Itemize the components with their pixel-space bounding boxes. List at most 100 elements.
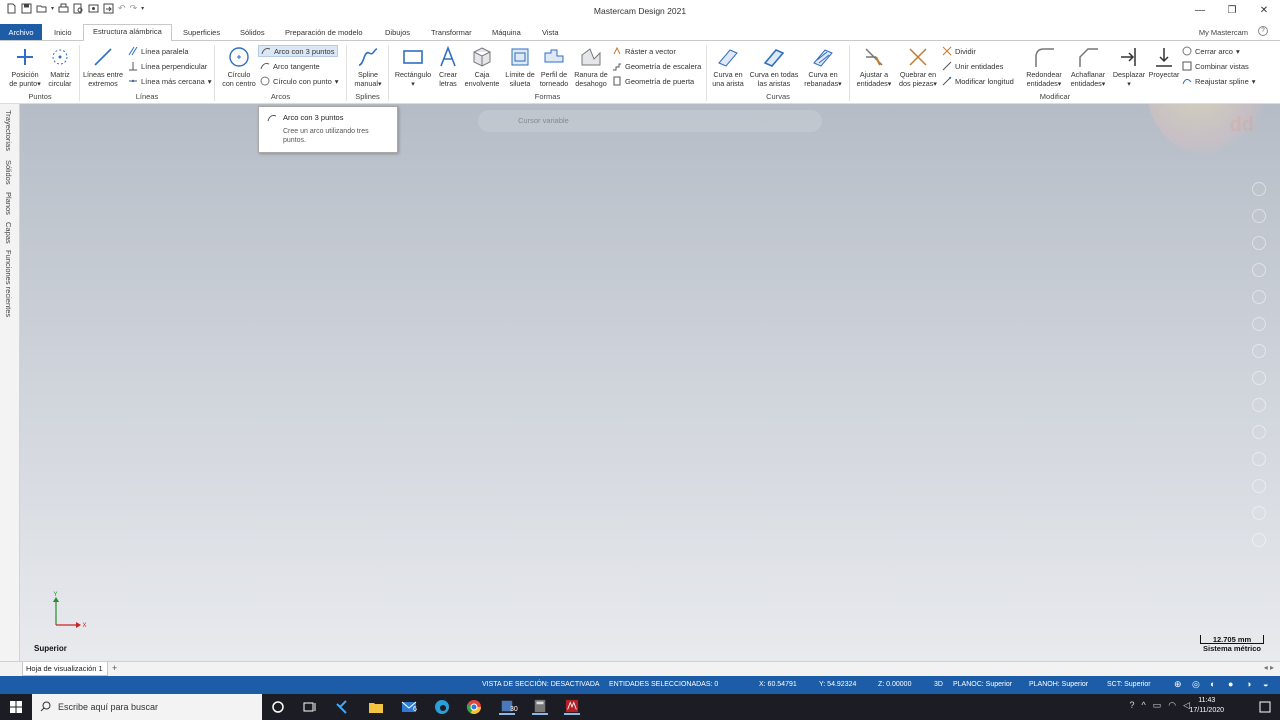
caja-envolvente-button[interactable]: Caja envolvente bbox=[462, 45, 502, 88]
spline-mask-icon[interactable] bbox=[1252, 263, 1266, 277]
lineas-entre-extremos-button[interactable]: Líneas entre extremos bbox=[80, 45, 126, 88]
restore-button[interactable]: ❐ bbox=[1216, 0, 1248, 20]
wireframe-icon[interactable]: ◎ bbox=[1192, 679, 1200, 690]
planoh-status[interactable]: PLANOH: Superior bbox=[1029, 681, 1088, 688]
clear-mask-icon[interactable] bbox=[1252, 533, 1266, 547]
crear-letras-button[interactable]: Crear letras bbox=[434, 45, 462, 88]
help-tray-icon[interactable]: ? bbox=[1129, 700, 1134, 711]
cortana-icon[interactable] bbox=[270, 699, 286, 715]
globe-icon[interactable]: ⊕ bbox=[1174, 679, 1182, 690]
cursor-toolbar[interactable]: Cursor variable bbox=[478, 110, 822, 132]
rectangulo-button[interactable]: Rectángulo ▾ bbox=[392, 45, 434, 88]
my-mastercam-link[interactable]: My Mastercam bbox=[1199, 28, 1248, 37]
group-mask-icon[interactable] bbox=[1252, 479, 1266, 493]
add-sheet-button[interactable]: + bbox=[112, 663, 117, 673]
shading-icon[interactable]: ◐ bbox=[1210, 679, 1215, 689]
network-icon[interactable]: ◠ bbox=[1168, 700, 1176, 711]
arco-3-puntos-button[interactable]: Arco con 3 puntos bbox=[258, 45, 339, 57]
close-button[interactable]: ✕ bbox=[1248, 0, 1280, 20]
tab-vista[interactable]: Vista bbox=[542, 25, 559, 41]
perfil-torneado-button[interactable]: Perfil de torneado bbox=[537, 45, 571, 88]
tab-solidos-manager[interactable]: Sólidos bbox=[4, 160, 13, 185]
matriz-circular-button[interactable]: Matriz circular bbox=[44, 45, 76, 88]
circulo-con-punto-button[interactable]: Círculo con punto ▾ bbox=[260, 76, 339, 86]
limite-silueta-button[interactable]: Límite de silueta bbox=[502, 45, 538, 88]
tab-trayectorias[interactable]: Trayectorias bbox=[4, 110, 13, 151]
solid-mask-icon[interactable] bbox=[1252, 398, 1266, 412]
edge-icon[interactable] bbox=[434, 699, 450, 715]
circulo-con-centro-button[interactable]: Círculo con centro bbox=[218, 45, 260, 88]
windows-start-icon[interactable] bbox=[10, 701, 22, 713]
taskbar-search[interactable]: Escribe aquí para buscar bbox=[32, 694, 262, 720]
curva-una-arista-button[interactable]: Curva en una arista bbox=[709, 45, 747, 88]
dividir-button[interactable]: Dividir bbox=[942, 46, 976, 56]
tab-inicio[interactable]: Inicio bbox=[54, 25, 72, 41]
achaflanar-entidades-button[interactable]: Achaflanar entidades▾ bbox=[1066, 45, 1110, 88]
graphics-viewport[interactable]: dd Cursor variable Y X Superior 12.705 m… bbox=[20, 104, 1280, 661]
arc-mask-icon[interactable] bbox=[1252, 236, 1266, 250]
linea-perpendicular-button[interactable]: Línea perpendicular bbox=[128, 61, 207, 71]
transparency-icon[interactable]: ◑ bbox=[1246, 679, 1251, 689]
reajustar-spline-button[interactable]: Reajustar spline ▾ bbox=[1182, 76, 1256, 86]
geometria-puerta-button[interactable]: Geometría de puerta bbox=[612, 76, 694, 86]
notifications-icon[interactable] bbox=[1258, 700, 1272, 714]
ajustar-entidades-button[interactable]: Ajustar a entidades▾ bbox=[852, 45, 896, 88]
tab-capas[interactable]: Capas bbox=[4, 222, 13, 244]
mode-3d[interactable]: 3D bbox=[934, 681, 943, 688]
sct-status[interactable]: SCT: Superior bbox=[1107, 681, 1151, 688]
hatch-mask-icon[interactable] bbox=[1252, 344, 1266, 358]
geometria-escalera-button[interactable]: Geometría de escalera bbox=[612, 61, 701, 71]
linea-mas-cercana-button[interactable]: Línea más cercana ▾ bbox=[128, 76, 212, 86]
spline-manual-button[interactable]: Spline manual▾ bbox=[349, 45, 387, 88]
arco-tangente-button[interactable]: Arco tangente bbox=[260, 61, 320, 71]
calculator-icon[interactable] bbox=[532, 699, 548, 715]
tab-maquina[interactable]: Máquina bbox=[492, 25, 521, 41]
curva-rebanadas-button[interactable]: Curva en rebanadas▾ bbox=[801, 45, 845, 88]
sphere-icon[interactable]: ● bbox=[1228, 679, 1233, 689]
tab-dibujos[interactable]: Dibujos bbox=[385, 25, 410, 41]
section-icon[interactable]: ◒ bbox=[1263, 679, 1268, 689]
chrome-icon[interactable] bbox=[466, 699, 482, 715]
modificar-longitud-button[interactable]: Modificar longitud bbox=[942, 76, 1014, 86]
task-view-icon[interactable] bbox=[302, 699, 318, 715]
combinar-vistas-button[interactable]: Combinar vistas bbox=[1182, 61, 1249, 71]
planoc-status[interactable]: PLANOC: Superior bbox=[953, 681, 1012, 688]
taskbar-clock[interactable]: 11:43 17/11/2020 bbox=[1189, 696, 1224, 716]
linea-paralela-button[interactable]: Línea paralela bbox=[128, 46, 189, 56]
surface-mask-icon[interactable] bbox=[1252, 290, 1266, 304]
level-mask-icon[interactable] bbox=[1252, 452, 1266, 466]
section-view-status[interactable]: VISTA DE SECCIÓN: DESACTIVADA bbox=[482, 681, 600, 688]
line-mask-icon[interactable] bbox=[1252, 209, 1266, 223]
mastercam-icon[interactable] bbox=[564, 699, 580, 715]
mesh-mask-icon[interactable] bbox=[1252, 371, 1266, 385]
tab-preparacion-modelo[interactable]: Preparación de modelo bbox=[285, 25, 363, 41]
dimension-mask-icon[interactable] bbox=[1252, 317, 1266, 331]
tab-planos[interactable]: Planos bbox=[4, 192, 13, 215]
file-explorer-icon[interactable] bbox=[368, 699, 384, 715]
tab-archivo[interactable]: Archivo bbox=[0, 24, 42, 41]
help-icon[interactable]: ? bbox=[1258, 26, 1268, 36]
tab-transformar[interactable]: Transformar bbox=[431, 25, 472, 41]
ranura-desahogo-button[interactable]: Ranura de desahogo bbox=[571, 45, 611, 88]
point-mask-icon[interactable] bbox=[1252, 506, 1266, 520]
tab-superficies[interactable]: Superficies bbox=[183, 25, 220, 41]
posicion-punto-button[interactable]: Posición de punto▾ bbox=[5, 45, 45, 88]
tab-funciones-recientes[interactable]: Funciones recientes bbox=[4, 250, 13, 317]
tab-estructura-alambrica[interactable]: Estructura alámbrica bbox=[83, 24, 172, 41]
color-mask-icon[interactable] bbox=[1252, 425, 1266, 439]
sheet-tab[interactable]: Hoja de visualización 1 bbox=[22, 662, 108, 676]
desplazar-button[interactable]: Desplazar ▾ bbox=[1110, 45, 1148, 88]
raster-vector-button[interactable]: Ráster a vector bbox=[612, 46, 676, 56]
curva-todas-aristas-button[interactable]: Curva en todas las aristas bbox=[747, 45, 801, 88]
sheet-nav-arrows-icon[interactable]: ◂ ▸ bbox=[1264, 663, 1274, 672]
quebrar-dos-piezas-button[interactable]: Quebrar en dos piezas▾ bbox=[896, 45, 940, 88]
battery-icon[interactable]: ▭ bbox=[1153, 700, 1162, 711]
unir-entidades-button[interactable]: Unir entidades bbox=[942, 61, 1003, 71]
redondear-entidades-button[interactable]: Redondear entidades▾ bbox=[1022, 45, 1066, 88]
vscode-icon[interactable] bbox=[335, 699, 351, 715]
cerrar-arco-button[interactable]: Cerrar arco ▾ bbox=[1182, 46, 1240, 56]
tab-solidos[interactable]: Sólidos bbox=[240, 25, 265, 41]
add-mask-icon[interactable] bbox=[1252, 182, 1266, 196]
tray-expand-icon[interactable]: ^ bbox=[1141, 700, 1145, 711]
proyectar-button[interactable]: Proyectar bbox=[1146, 45, 1182, 80]
